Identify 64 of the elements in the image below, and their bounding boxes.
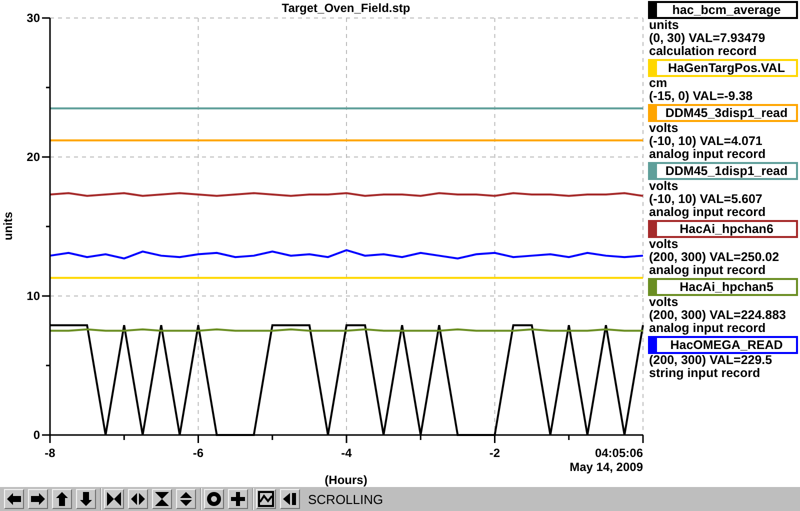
trace-units: volts — [648, 122, 680, 135]
trace-units: volts — [648, 238, 680, 251]
ring-button[interactable] — [204, 489, 224, 509]
inward-triangles-button[interactable] — [104, 489, 124, 509]
down-arrow-button[interactable] — [76, 489, 96, 509]
trace-range: (200, 300) VAL=250.02 — [648, 251, 780, 264]
trace-range: (-10, 10) VAL=5.607 — [648, 193, 764, 206]
left-arrow-icon — [6, 491, 22, 507]
trace-record-type: analog input record — [648, 264, 767, 277]
trace-range: (-15, 0) VAL=-9.38 — [648, 90, 754, 103]
hourglass-icon — [154, 491, 170, 507]
y-axis-title: units — [1, 212, 15, 240]
trace-range: (200, 300) VAL=224.883 — [648, 309, 788, 322]
end-time-label: 04:05:06 — [594, 446, 643, 460]
y-tick-label: 10 — [26, 289, 40, 303]
x-tick-label: -2 — [489, 446, 500, 460]
x-axis-title: (Hours) — [324, 473, 368, 487]
trace-name[interactable]: HacAi_hpchan5 — [648, 278, 798, 296]
plus-icon — [230, 491, 246, 507]
trace-name[interactable]: HacAi_hpchan6 — [648, 220, 798, 238]
outward-triangles-icon — [130, 491, 146, 507]
y-tick-label: 20 — [26, 150, 40, 164]
trace-record-type: calculation record — [648, 45, 758, 58]
up-down-triangles-icon — [178, 491, 194, 507]
trace-name[interactable]: HacOMEGA_READ — [648, 336, 798, 354]
down-arrow-icon — [78, 491, 94, 507]
right-arrow-button[interactable] — [28, 489, 48, 509]
mode-label: SCROLLING — [308, 492, 384, 506]
y-tick-label: 0 — [33, 428, 40, 442]
trace-record-type: analog input record — [648, 322, 767, 335]
graph-button[interactable] — [256, 489, 276, 509]
trace-record-type: string input record — [648, 367, 762, 380]
trace-record-type: analog input record — [648, 148, 767, 161]
trace-range: (-10, 10) VAL=4.071 — [648, 135, 764, 148]
trace-units: cm — [648, 77, 668, 90]
x-tick-label: -8 — [44, 446, 56, 460]
trace-name[interactable]: DDM45_1disp1_read — [648, 162, 798, 180]
date-label: May 14, 2009 — [570, 460, 643, 474]
outward-triangles-button[interactable] — [128, 489, 148, 509]
arrow-bar-button[interactable] — [280, 489, 300, 509]
hourglass-button[interactable] — [152, 489, 172, 509]
up-arrow-icon — [54, 491, 70, 507]
trace-units: volts — [648, 296, 680, 309]
chart-title: Target_Oven_Field.stp — [282, 1, 410, 15]
trace-record-type: analog input record — [648, 206, 767, 219]
arrow-bar-icon — [282, 491, 298, 507]
ring-icon — [206, 491, 222, 507]
trace-name[interactable]: hac_bcm_average — [648, 1, 798, 19]
trace-range: (0, 30) VAL=7.93479 — [648, 32, 766, 45]
trace-name[interactable]: DDM45_3disp1_read — [648, 104, 798, 122]
trace-name[interactable]: HaGenTargPos.VAL — [648, 59, 798, 77]
right-arrow-icon — [30, 491, 46, 507]
x-tick-label: -6 — [192, 446, 204, 460]
y-tick-label: 30 — [26, 11, 40, 25]
trace-units: units — [648, 19, 680, 32]
graph-icon — [258, 491, 274, 507]
x-tick-label: -4 — [341, 446, 352, 460]
trace-range: (200, 300) VAL=229.5 — [648, 354, 774, 367]
up-arrow-button[interactable] — [52, 489, 72, 509]
up-down-triangles-button[interactable] — [176, 489, 196, 509]
plus-button[interactable] — [228, 489, 248, 509]
left-arrow-button[interactable] — [4, 489, 24, 509]
trace-units: volts — [648, 180, 680, 193]
inward-triangles-icon — [106, 491, 122, 507]
